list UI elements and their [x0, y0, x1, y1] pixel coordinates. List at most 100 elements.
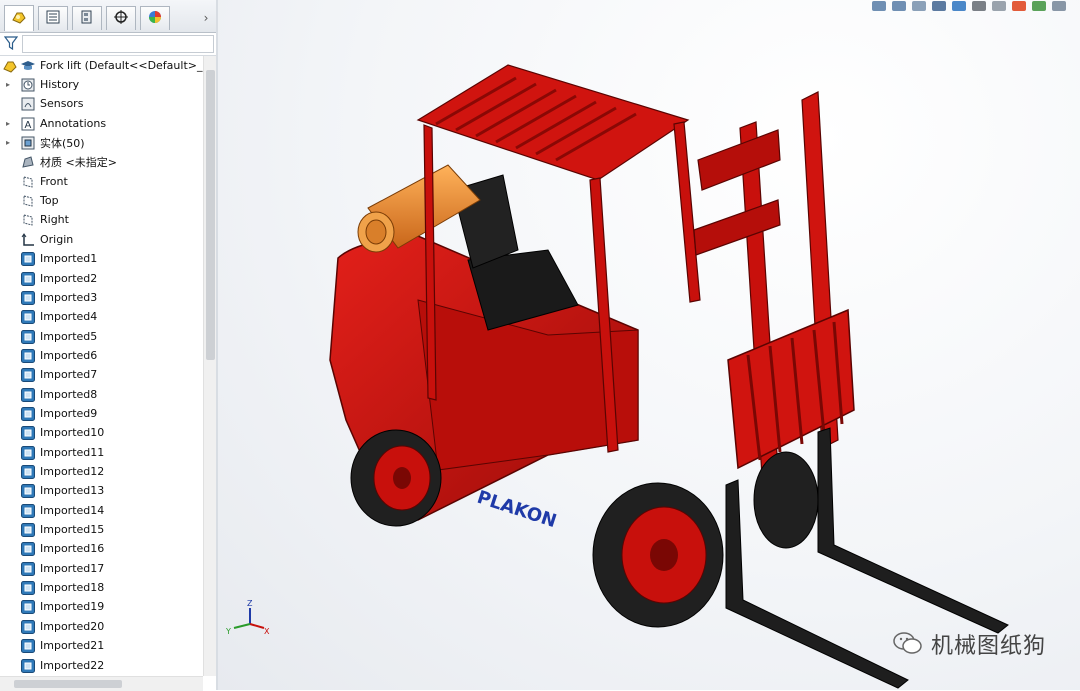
tree-item-origin[interactable]: Origin — [0, 230, 203, 249]
tree-item-right[interactable]: Right — [0, 210, 203, 229]
imported-feature-icon — [20, 503, 36, 519]
tree-item-imported11[interactable]: Imported11 — [0, 443, 203, 462]
tree-root-label: Fork lift (Default<<Default>_Ph — [40, 59, 203, 72]
tree-item-imported8[interactable]: Imported8 — [0, 385, 203, 404]
imported-feature-icon — [20, 251, 36, 267]
dimxpert-target-icon — [113, 9, 129, 28]
tree-item-imported13[interactable]: Imported13 — [0, 481, 203, 500]
tab-display-manager[interactable] — [140, 6, 170, 30]
tree-item-label: Sensors — [40, 97, 84, 110]
tree-item-label: Imported2 — [40, 272, 98, 285]
tree-item-label: Imported12 — [40, 465, 105, 478]
tree-item-imported16[interactable]: Imported16 — [0, 539, 203, 558]
svg-text:A: A — [25, 120, 32, 131]
watermark-text: 机械图纸狗 — [930, 634, 1046, 659]
imported-feature-icon — [20, 309, 36, 325]
tree-item-imported15[interactable]: Imported15 — [0, 520, 203, 539]
tree-item-50[interactable]: ▸ 实体(50) — [0, 133, 203, 152]
tab-property-manager[interactable] — [38, 6, 68, 30]
tree-item-label: History — [40, 78, 80, 91]
tree-item-label: Imported7 — [40, 368, 98, 381]
manager-tab-bar: › — [0, 0, 216, 33]
forklift-model[interactable]: PLAKON Z X Y — [218, 0, 1080, 690]
tab-feature-manager[interactable] — [4, 5, 34, 31]
tree-item-imported6[interactable]: Imported6 — [0, 346, 203, 365]
filter-bar — [0, 33, 216, 56]
imported-feature-icon — [20, 348, 36, 364]
tree-item-imported14[interactable]: Imported14 — [0, 501, 203, 520]
tree-item-label: Imported22 — [40, 659, 105, 672]
feature-manager-icon — [10, 8, 28, 29]
tree-item-imported5[interactable]: Imported5 — [0, 327, 203, 346]
imported-feature-icon — [20, 619, 36, 635]
imported-feature-icon — [20, 658, 36, 674]
tree-item-imported3[interactable]: Imported3 — [0, 288, 203, 307]
imported-feature-icon — [20, 387, 36, 403]
expand-arrow-icon[interactable]: ▸ — [4, 80, 12, 89]
tree-item-imported10[interactable]: Imported10 — [0, 423, 203, 442]
more-tabs-chevron-icon[interactable]: › — [199, 8, 213, 28]
tree-item-imported17[interactable]: Imported17 — [0, 559, 203, 578]
tree-item-label: Imported19 — [40, 600, 105, 613]
tree-item-label: Imported14 — [40, 504, 105, 517]
filter-input[interactable] — [22, 35, 214, 53]
horizontal-scrollbar[interactable] — [0, 676, 203, 691]
tree-item-imported1[interactable]: Imported1 — [0, 249, 203, 268]
graduation-cap-icon — [20, 58, 36, 74]
tab-dimxpert[interactable] — [106, 6, 136, 30]
tree-item-imported21[interactable]: Imported21 — [0, 636, 203, 655]
feature-manager-panel: › Fork lift (Default<<Default>_Ph ▸ Histo… — [0, 0, 217, 691]
tree-item-annotations[interactable]: ▸ A Annotations — [0, 114, 203, 133]
expand-arrow-icon[interactable]: ▸ — [4, 138, 12, 147]
configuration-manager-icon — [79, 9, 95, 28]
expand-arrow-icon[interactable]: ▸ — [4, 119, 12, 128]
tree-item-label: Imported17 — [40, 562, 105, 575]
tree-item-imported19[interactable]: Imported19 — [0, 597, 203, 616]
filter-funnel-icon[interactable] — [3, 36, 19, 53]
tree-item-label: Imported1 — [40, 252, 98, 265]
tree-root-part[interactable]: Fork lift (Default<<Default>_Ph — [0, 56, 203, 75]
sensors-icon — [20, 96, 36, 112]
tree-item-label: Imported11 — [40, 446, 105, 459]
horizontal-scroll-thumb[interactable] — [14, 680, 122, 688]
tree-item-imported20[interactable]: Imported20 — [0, 617, 203, 636]
tree-item-imported12[interactable]: Imported12 — [0, 462, 203, 481]
tree-item-imported18[interactable]: Imported18 — [0, 578, 203, 597]
axis-triad: Z X Y — [225, 599, 270, 636]
tree-item-sensors[interactable]: Sensors — [0, 94, 203, 113]
tree-item-imported4[interactable]: Imported4 — [0, 307, 203, 326]
tab-configuration-manager[interactable] — [72, 6, 102, 30]
tree-item-label: Origin — [40, 233, 74, 246]
triad-z-label: Z — [247, 599, 253, 608]
display-manager-pie-icon — [147, 9, 163, 28]
tree-item-top[interactable]: Top — [0, 191, 203, 210]
tree-item-label: Imported10 — [40, 426, 105, 439]
annotations-icon: A — [20, 116, 36, 132]
tree-item-front[interactable]: Front — [0, 172, 203, 191]
vertical-scrollbar[interactable] — [203, 56, 217, 676]
feature-tree: Fork lift (Default<<Default>_Ph ▸ History… — [0, 56, 203, 676]
tree-item-[interactable]: 材质 <未指定> — [0, 152, 203, 171]
vertical-scroll-thumb[interactable] — [206, 70, 215, 360]
tree-item-history[interactable]: ▸ History — [0, 75, 203, 94]
wechat-icon — [893, 630, 923, 659]
imported-feature-icon — [20, 290, 36, 306]
imported-feature-icon — [20, 406, 36, 422]
tree-item-imported2[interactable]: Imported2 — [0, 269, 203, 288]
model-decal-text: PLAKON — [474, 487, 559, 532]
tree-item-label: Imported5 — [40, 330, 98, 343]
triad-x-label: X — [264, 627, 270, 636]
imported-feature-icon — [20, 580, 36, 596]
tree-item-label: Imported8 — [40, 388, 98, 401]
imported-feature-icon — [20, 367, 36, 383]
property-manager-icon — [45, 9, 61, 28]
tree-item-label: Right — [40, 213, 69, 226]
imported-feature-icon — [20, 561, 36, 577]
imported-feature-icon — [20, 599, 36, 615]
plane-icon — [20, 193, 36, 209]
tree-item-label: Imported16 — [40, 542, 105, 555]
graphics-viewport[interactable]: PLAKON Z X Y 机械图纸狗 — [218, 0, 1080, 690]
tree-item-imported22[interactable]: Imported22 — [0, 656, 203, 675]
tree-item-imported9[interactable]: Imported9 — [0, 404, 203, 423]
tree-item-imported7[interactable]: Imported7 — [0, 365, 203, 384]
